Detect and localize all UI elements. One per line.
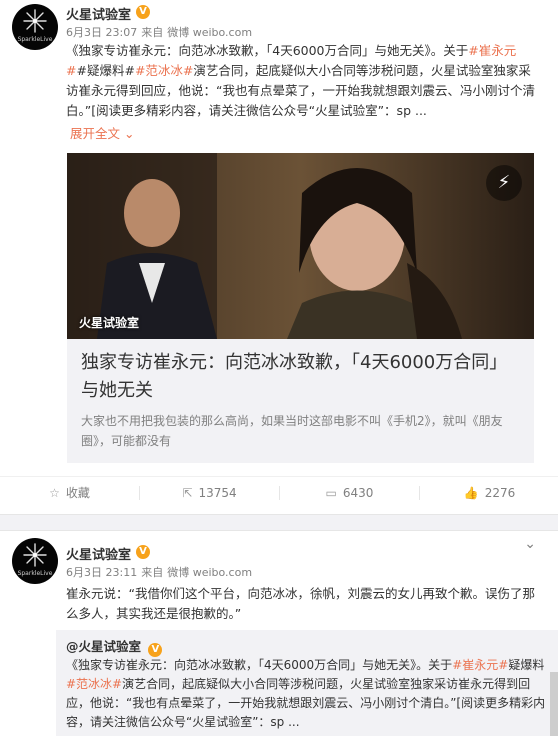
username[interactable]: 火星试验室 bbox=[66, 4, 131, 23]
post-meta: 6月3日 23:07 来自 微博 weibo.com bbox=[66, 24, 256, 40]
verified-badge-icon: V bbox=[136, 545, 150, 559]
repost-icon: ⇱ bbox=[182, 486, 193, 500]
weibo-post-card: SparkleLive 火星试验室 V 6月3日 23:07 来自 微博 weibo… bbox=[0, 0, 558, 515]
post-source: 微博 weibo.com bbox=[167, 566, 253, 579]
avatar[interactable]: SparkleLive bbox=[12, 4, 58, 50]
star-icon: ☆ bbox=[49, 486, 60, 500]
avatar-label: SparkleLive bbox=[17, 570, 53, 577]
hashtag-link[interactable]: #崔永元# bbox=[452, 658, 508, 672]
sparkle-logo-icon bbox=[23, 543, 47, 567]
post-source: 微博 weibo.com bbox=[167, 26, 253, 39]
source-prefix: 来自 bbox=[141, 26, 164, 39]
comment-icon: ▭ bbox=[325, 486, 337, 500]
thumbs-up-icon: 👍 bbox=[463, 486, 479, 500]
avatar-label: SparkleLive bbox=[17, 36, 53, 43]
favorite-button[interactable]: ☆ 收藏 bbox=[0, 477, 139, 509]
article-thumbnail[interactable]: 火星试验室 ⚡ bbox=[67, 153, 534, 339]
avatar[interactable]: SparkleLive bbox=[12, 538, 58, 584]
lightning-icon[interactable]: ⚡ bbox=[486, 165, 522, 201]
weibo-post-card: ⌄ SparkleLive 火星试验室 V 6月3日 23:11 来自 微博 wei… bbox=[0, 532, 558, 736]
article-title[interactable]: 独家专访崔永元：向范冰冰致歉，「4天6000万合同」与她无关 bbox=[81, 349, 521, 405]
reposted-content[interactable]: @火星试验室 V 《独家专访崔永元：向范冰冰致歉，「4天6000万合同」与她无关… bbox=[56, 630, 558, 736]
sparkle-logo-icon bbox=[23, 9, 47, 33]
hashtag-link[interactable]: #范冰冰# bbox=[66, 677, 122, 691]
expand-full-text-link[interactable]: 展开全文 ⌄ bbox=[70, 124, 134, 144]
verified-badge-icon: V bbox=[136, 5, 150, 19]
repost-username[interactable]: @火星试验室 V bbox=[66, 636, 163, 657]
source-prefix: 来自 bbox=[141, 566, 164, 579]
post-text: 崔永元说：“我借你们这个平台，向范冰冰，徐帆，刘震云的女儿再致个歉。误伤了那么多… bbox=[66, 586, 535, 621]
action-bar: ☆ 收藏 ⇱ 13754 ▭ 6430 👍 2276 bbox=[0, 476, 558, 508]
thumbnail-image bbox=[67, 153, 534, 339]
like-button[interactable]: 👍 2276 bbox=[420, 477, 558, 509]
post-date[interactable]: 6月3日 23:07 bbox=[66, 26, 137, 39]
post-meta: 6月3日 23:11 来自 微博 weibo.com bbox=[66, 564, 256, 580]
repost-button[interactable]: ⇱ 13754 bbox=[140, 477, 279, 509]
post-date[interactable]: 6月3日 23:11 bbox=[66, 566, 137, 579]
comment-button[interactable]: ▭ 6430 bbox=[280, 477, 419, 509]
chevron-down-icon: ⌄ bbox=[124, 126, 135, 141]
hashtag-text: #疑爆料# bbox=[76, 63, 135, 78]
hashtag-link[interactable]: #范冰冰# bbox=[135, 63, 193, 78]
post-text: 《独家专访崔永元：向范冰冰致歉，「4天6000万合同」与她无关》。关于#崔永元#… bbox=[66, 43, 535, 118]
repost-text: 《独家专访崔永元：向范冰冰致歉，「4天6000万合同」与她无关》。关于#崔永元#… bbox=[66, 658, 546, 729]
thumbnail-watermark: 火星试验室 bbox=[79, 316, 140, 330]
article-description: 大家也不用把我包装的那么高尚，如果当时这部电影不叫《手机2》，就叫《朋友圈》，可… bbox=[81, 414, 503, 448]
post-menu-chevron-icon[interactable]: ⌄ bbox=[524, 536, 536, 552]
article-card[interactable]: 独家专访崔永元：向范冰冰致歉，「4天6000万合同」与她无关 大家也不用把我包装… bbox=[67, 339, 534, 463]
username[interactable]: 火星试验室 bbox=[66, 544, 131, 563]
verified-badge-icon: V bbox=[148, 643, 163, 657]
feed-separator bbox=[0, 515, 558, 531]
scrollbar[interactable] bbox=[550, 672, 558, 736]
